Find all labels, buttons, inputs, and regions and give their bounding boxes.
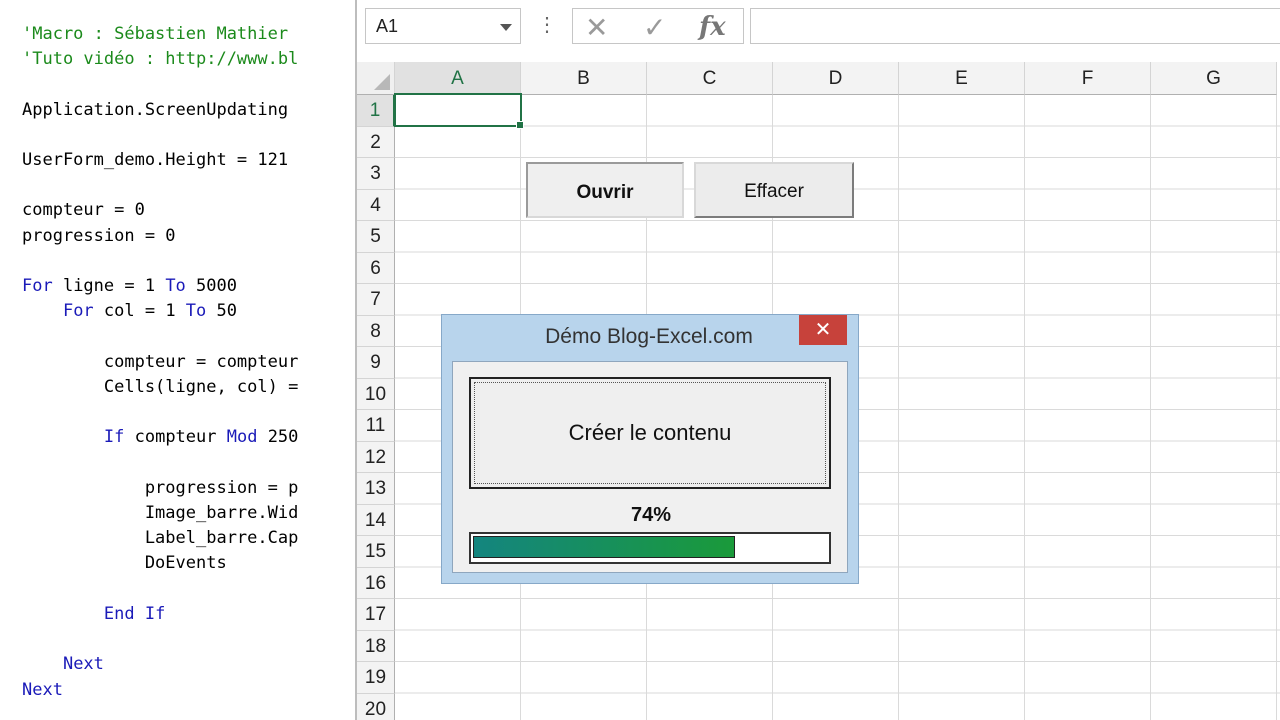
active-cell-a1[interactable] [394, 93, 524, 129]
column-header-d[interactable]: D [773, 62, 899, 95]
code-line: DoEvents [22, 553, 227, 573]
chevron-down-icon[interactable] [500, 24, 512, 31]
row-header-6[interactable]: 6 [357, 252, 395, 284]
row-header-7[interactable]: 7 [357, 284, 395, 316]
row-header-13[interactable]: 13 [357, 473, 395, 505]
code-line: progression = p [22, 478, 299, 498]
userform-dialog: Démo Blog-Excel.com ✕ Créer le contenu 7… [441, 314, 859, 584]
progress-bar-fill [473, 536, 735, 558]
fill-handle[interactable] [516, 121, 524, 129]
code-line: Next [22, 680, 63, 700]
row-header-14[interactable]: 14 [357, 504, 395, 536]
code-line: Next [62, 654, 104, 674]
ouvrir-button[interactable]: Ouvrir [526, 162, 684, 218]
row-header-3[interactable]: 3 [357, 158, 395, 190]
more-options-icon[interactable]: ⋮ [537, 12, 557, 38]
formula-bar: A1 ⋮ ✕ ✓ fx [357, 0, 1280, 62]
column-header-a[interactable]: A [395, 62, 521, 95]
row-header-15[interactable]: 15 [357, 536, 395, 568]
code-line: Label_barre.Cap [22, 528, 299, 548]
insert-function-icon[interactable]: fx [699, 12, 726, 42]
row-header-20[interactable]: 20 [357, 693, 395, 720]
cancel-icon[interactable]: ✕ [585, 11, 608, 44]
row-header-10[interactable]: 10 [357, 378, 395, 410]
row-header-1[interactable]: 1 [357, 95, 395, 127]
name-box-value: A1 [376, 16, 399, 36]
row-header-11[interactable]: 11 [357, 410, 395, 442]
code-line: For col = 1 To 50 [62, 301, 237, 321]
row-header-2[interactable]: 2 [357, 126, 395, 158]
code-line: Image_barre.Wid [22, 503, 299, 523]
select-all-button[interactable] [357, 62, 395, 95]
effacer-button[interactable]: Effacer [694, 162, 854, 218]
row-header-16[interactable]: 16 [357, 567, 395, 599]
code-line: 'Tuto vidéo : http://www.bl [22, 49, 299, 69]
progress-label: 74% [630, 504, 672, 526]
code-line: compteur = 0 [22, 200, 145, 220]
code-line: For ligne = 1 To 5000 [22, 276, 237, 296]
code-line: UserForm_demo.Height = 121 [22, 150, 289, 170]
row-header-4[interactable]: 4 [357, 189, 395, 221]
column-header-b[interactable]: B [521, 62, 647, 95]
code-line: End If [103, 604, 166, 624]
column-header-f[interactable]: F [1025, 62, 1151, 95]
code-line: If compteur Mod 250 [103, 427, 299, 447]
column-header-c[interactable]: C [647, 62, 773, 95]
row-header-5[interactable]: 5 [357, 221, 395, 253]
code-line: Application.ScreenUpdating [22, 100, 289, 120]
close-icon[interactable]: ✕ [799, 315, 847, 345]
name-box[interactable]: A1 [365, 8, 521, 44]
row-headers: 1 2 3 4 5 6 7 8 9 10 11 12 13 14 15 16 17 18 19 20 [357, 95, 395, 720]
code-line: 'Macro : Sébastien Mathier [22, 24, 289, 44]
row-header-19[interactable]: 19 [357, 662, 395, 694]
progress-bar [469, 532, 831, 564]
create-content-button[interactable]: Créer le contenu [469, 377, 831, 489]
row-header-9[interactable]: 9 [357, 347, 395, 379]
row-header-18[interactable]: 18 [357, 630, 395, 662]
row-header-12[interactable]: 12 [357, 441, 395, 473]
formula-input[interactable] [750, 8, 1280, 44]
column-header-g[interactable]: G [1151, 62, 1277, 95]
column-header-e[interactable]: E [899, 62, 1025, 95]
column-headers: ABCDEFG [395, 62, 1280, 95]
dialog-body: Créer le contenu 74% [452, 361, 848, 573]
check-icon[interactable]: ✓ [643, 11, 666, 44]
formula-actions: ✕ ✓ fx [572, 8, 744, 44]
row-header-17[interactable]: 17 [357, 599, 395, 631]
row-header-8[interactable]: 8 [357, 315, 395, 347]
code-line: Cells(ligne, col) = [22, 377, 299, 397]
code-line: progression = 0 [22, 226, 176, 246]
code-line: compteur = compteur [22, 352, 299, 372]
vba-code-pane[interactable]: 'Macro : Sébastien Mathier 'Tuto vidéo : … [0, 0, 355, 720]
dialog-title: Démo Blog-Excel.com [545, 325, 753, 348]
